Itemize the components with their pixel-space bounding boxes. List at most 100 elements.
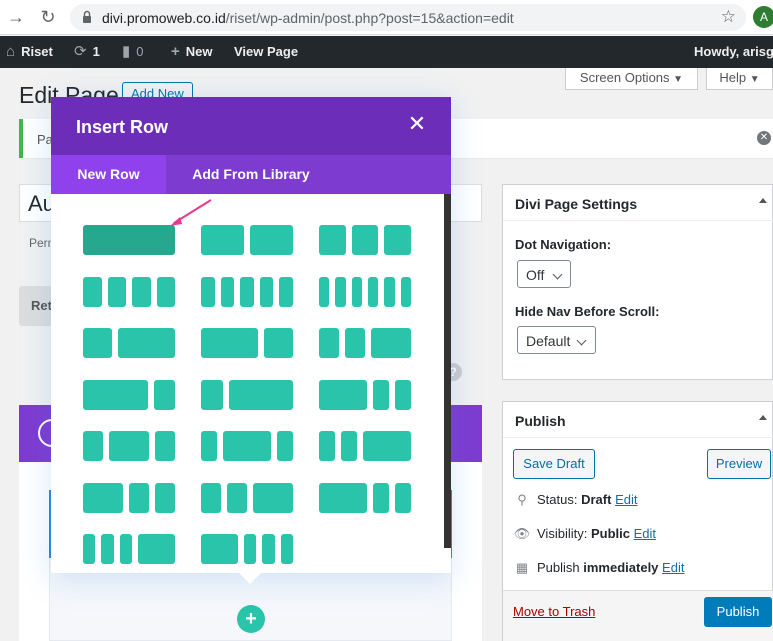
row-layout-option[interactable] xyxy=(201,379,293,410)
collapse-arrow-icon[interactable] xyxy=(759,415,767,420)
row-layout-option[interactable] xyxy=(201,482,293,513)
layout-column xyxy=(395,482,411,513)
layout-column xyxy=(319,431,335,461)
dot-navigation-label: Dot Navigation: xyxy=(515,237,612,252)
reload-icon[interactable]: ↻ xyxy=(37,6,59,28)
save-draft-button[interactable]: Save Draft xyxy=(513,449,595,479)
row-layout-option[interactable] xyxy=(83,482,175,513)
row-layout-option[interactable] xyxy=(83,225,175,255)
updates-count: 1 xyxy=(92,44,100,59)
url-path: /riset/wp-admin/post.php?post=15&action=… xyxy=(225,10,514,26)
new-label: New xyxy=(185,44,213,59)
layout-column xyxy=(262,534,275,564)
row-layout-option[interactable] xyxy=(201,276,293,307)
edit-visibility-link[interactable]: Edit xyxy=(634,526,656,541)
row-layout-option[interactable] xyxy=(201,225,293,255)
panel-header[interactable]: Publish xyxy=(503,402,773,438)
move-to-trash-link[interactable]: Move to Trash xyxy=(513,604,595,619)
status-value: Draft xyxy=(581,492,612,507)
layout-column xyxy=(132,276,151,307)
pin-icon: ⚲ xyxy=(517,492,527,507)
layout-column xyxy=(335,276,346,307)
updates-link[interactable]: ⟳ 1 xyxy=(74,36,100,68)
layout-column xyxy=(371,328,411,358)
tab-add-from-library[interactable]: Add From Library xyxy=(166,155,336,194)
row-layout-option[interactable] xyxy=(83,379,175,410)
add-row-plus-icon[interactable]: + xyxy=(237,605,265,633)
collapse-arrow-icon[interactable] xyxy=(759,198,767,203)
comments-count: 0 xyxy=(136,44,144,59)
publish-date-row: ▦ Publish immediately Edit xyxy=(513,560,685,576)
site-name-link[interactable]: ⌂ Riset xyxy=(6,36,53,68)
layout-column xyxy=(319,482,367,513)
row-layout-option[interactable] xyxy=(83,534,175,564)
row-layout-option[interactable] xyxy=(319,482,411,513)
layout-column xyxy=(280,534,293,564)
layout-column xyxy=(240,276,254,307)
edit-status-link[interactable]: Edit xyxy=(615,492,637,507)
modal-scrollbar[interactable] xyxy=(444,194,451,548)
layout-column xyxy=(201,276,215,307)
layout-column xyxy=(201,534,238,564)
preview-button[interactable]: Preview xyxy=(707,449,771,479)
browser-toolbar: → ↻ divi.promoweb.co.id/riset/wp-admin/p… xyxy=(0,0,773,35)
modal-pointer xyxy=(238,572,262,584)
row-layout-option[interactable] xyxy=(319,328,411,358)
home-icon: ⌂ xyxy=(6,43,16,60)
layout-column xyxy=(400,276,411,307)
layout-column xyxy=(201,431,217,461)
layout-column xyxy=(368,276,379,307)
help-tab[interactable]: Help ▼ xyxy=(706,68,773,90)
layout-column xyxy=(220,276,235,307)
back-arrow-icon[interactable]: → xyxy=(5,6,27,28)
view-page-link[interactable]: View Page xyxy=(234,36,298,68)
layout-column xyxy=(155,431,175,461)
caret-down-icon: ▼ xyxy=(673,74,684,85)
layout-column xyxy=(395,379,411,410)
url-text: divi.promoweb.co.id/riset/wp-admin/post.… xyxy=(102,10,514,26)
row-layout-option[interactable] xyxy=(201,328,293,358)
publish-button[interactable]: Publish xyxy=(704,597,772,627)
row-layout-option[interactable] xyxy=(319,276,411,307)
eye-icon: 👁 xyxy=(513,526,531,541)
row-layout-option[interactable] xyxy=(83,276,175,307)
layout-column xyxy=(156,276,175,307)
account-greeting[interactable]: Howdy, arisg xyxy=(694,36,773,68)
pointer-arrow-icon xyxy=(170,199,212,226)
lock-icon xyxy=(83,10,91,23)
row-layout-option[interactable] xyxy=(319,225,411,255)
address-bar[interactable]: divi.promoweb.co.id/riset/wp-admin/post.… xyxy=(70,4,746,31)
dot-navigation-value: Off xyxy=(526,267,545,283)
bookmark-star-icon[interactable]: ☆ xyxy=(721,7,736,27)
screen-options-tab[interactable]: Screen Options ▼ xyxy=(565,68,698,90)
dismiss-icon[interactable]: ✕ xyxy=(757,131,771,145)
plus-icon: + xyxy=(171,43,180,60)
panel-header[interactable]: Divi Page Settings xyxy=(503,185,773,221)
row-layout-option[interactable] xyxy=(83,328,175,358)
row-layout-grid xyxy=(51,194,451,573)
close-icon[interactable]: ✕ xyxy=(407,113,427,135)
row-layout-option[interactable] xyxy=(201,534,293,564)
layout-column xyxy=(83,482,123,513)
row-layout-option[interactable] xyxy=(201,431,293,461)
tab-new-row[interactable]: New Row xyxy=(51,155,166,194)
comments-link[interactable]: ▮ 0 xyxy=(122,36,144,68)
layout-column xyxy=(201,328,259,358)
dot-navigation-select[interactable]: Off xyxy=(517,260,571,288)
new-content-link[interactable]: + New xyxy=(171,36,213,68)
hide-nav-select[interactable]: Default xyxy=(517,326,596,354)
status-label: Status: xyxy=(537,492,578,507)
help-label: Help xyxy=(719,70,747,85)
layout-column xyxy=(279,276,293,307)
layout-column xyxy=(129,482,149,513)
row-layout-option[interactable] xyxy=(319,379,411,410)
profile-avatar[interactable]: A xyxy=(753,6,773,28)
layout-column xyxy=(319,225,346,255)
layout-column xyxy=(384,225,411,255)
layout-column xyxy=(119,534,132,564)
edit-date-link[interactable]: Edit xyxy=(662,560,684,575)
layout-column xyxy=(228,379,293,410)
layout-column xyxy=(117,328,175,358)
row-layout-option[interactable] xyxy=(319,431,411,461)
row-layout-option[interactable] xyxy=(83,431,175,461)
